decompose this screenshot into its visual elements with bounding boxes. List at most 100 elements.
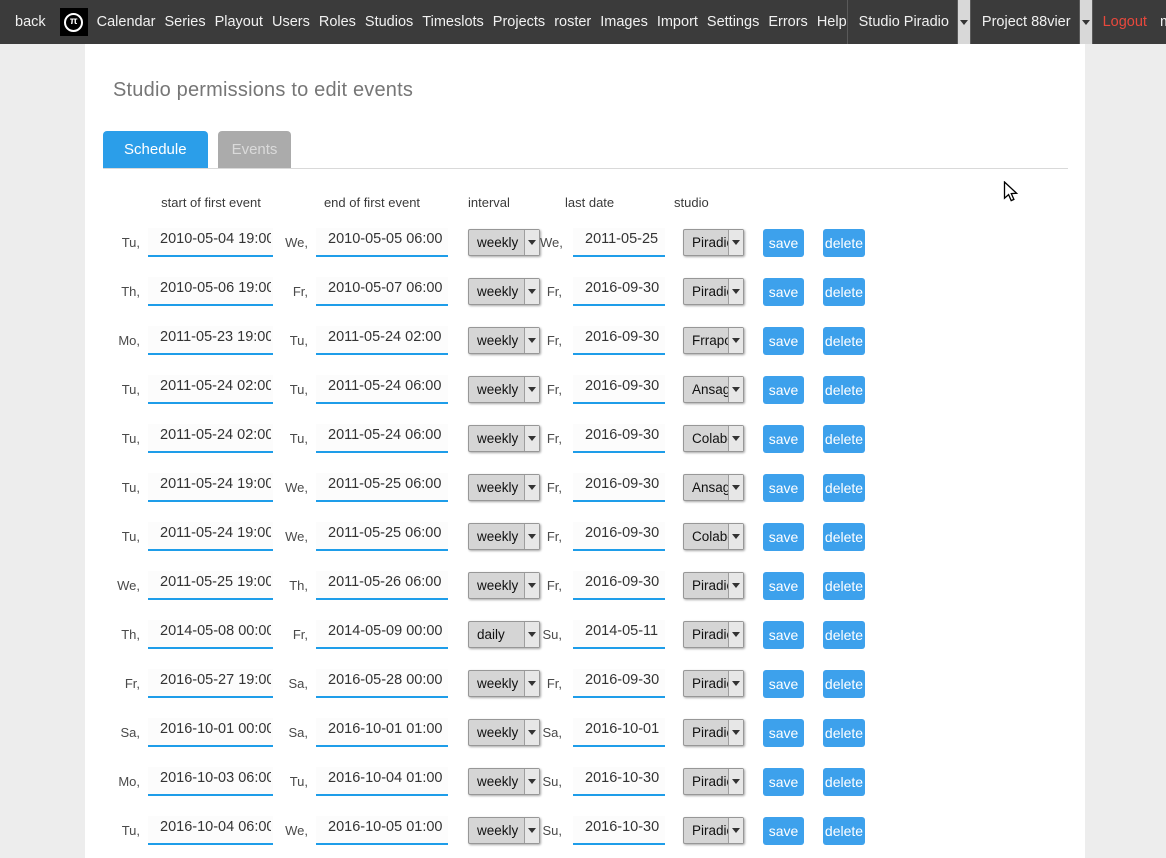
last-date-input[interactable] xyxy=(573,522,665,551)
studio-row-select[interactable]: Frrapo xyxy=(683,327,744,354)
start-input[interactable] xyxy=(148,424,273,453)
delete-button[interactable]: delete xyxy=(823,719,865,747)
end-input[interactable] xyxy=(316,718,448,747)
last-date-input[interactable] xyxy=(573,326,665,355)
last-date-input[interactable] xyxy=(573,767,665,796)
delete-button[interactable]: delete xyxy=(823,817,865,845)
interval-select[interactable]: weekly xyxy=(468,474,540,501)
save-button[interactable]: save xyxy=(763,719,804,747)
save-button[interactable]: save xyxy=(763,278,804,306)
end-input[interactable] xyxy=(316,669,448,698)
nav-item-timeslots[interactable]: Timeslots xyxy=(422,12,484,32)
end-input[interactable] xyxy=(316,767,448,796)
end-input[interactable] xyxy=(316,522,448,551)
interval-select[interactable]: weekly xyxy=(468,719,540,746)
last-date-input[interactable] xyxy=(573,473,665,502)
interval-select[interactable]: weekly xyxy=(468,376,540,403)
studio-row-select[interactable]: Piradio xyxy=(683,719,744,746)
last-date-input[interactable] xyxy=(573,620,665,649)
studio-row-select[interactable]: Piradio xyxy=(683,278,744,305)
end-input[interactable] xyxy=(316,228,448,257)
delete-button[interactable]: delete xyxy=(823,572,865,600)
pi-radio-logo[interactable]: π xyxy=(60,8,88,36)
studio-row-select[interactable]: Piradio xyxy=(683,572,744,599)
tab-schedule[interactable]: Schedule xyxy=(103,131,208,168)
delete-button[interactable]: delete xyxy=(823,278,865,306)
nav-item-images[interactable]: Images xyxy=(600,12,648,32)
delete-button[interactable]: delete xyxy=(823,425,865,453)
interval-select[interactable]: weekly xyxy=(468,425,540,452)
studio-row-select[interactable]: Piradio xyxy=(683,621,744,648)
start-input[interactable] xyxy=(148,473,273,502)
last-date-input[interactable] xyxy=(573,424,665,453)
delete-button[interactable]: delete xyxy=(823,621,865,649)
interval-select[interactable]: weekly xyxy=(468,572,540,599)
studio-row-select[interactable]: Piradio xyxy=(683,229,744,256)
interval-select[interactable]: daily xyxy=(468,621,540,648)
start-input[interactable] xyxy=(148,767,273,796)
nav-item-help[interactable]: Help xyxy=(817,12,847,32)
last-date-input[interactable] xyxy=(573,718,665,747)
start-input[interactable] xyxy=(148,326,273,355)
save-button[interactable]: save xyxy=(763,327,804,355)
interval-select[interactable]: weekly xyxy=(468,327,540,354)
end-input[interactable] xyxy=(316,277,448,306)
last-date-input[interactable] xyxy=(573,571,665,600)
logout-link[interactable]: Logout xyxy=(1103,14,1147,30)
interval-select[interactable]: weekly xyxy=(468,523,540,550)
studio-select[interactable]: Studio Piradio xyxy=(847,0,970,44)
last-date-input[interactable] xyxy=(573,816,665,845)
delete-button[interactable]: delete xyxy=(823,327,865,355)
nav-item-users[interactable]: Users xyxy=(272,12,310,32)
nav-item-roster[interactable]: roster xyxy=(554,12,591,32)
studio-row-select[interactable]: Colabo xyxy=(683,425,744,452)
interval-select[interactable]: weekly xyxy=(468,278,540,305)
save-button[interactable]: save xyxy=(763,474,804,502)
save-button[interactable]: save xyxy=(763,523,804,551)
start-input[interactable] xyxy=(148,375,273,404)
nav-item-errors[interactable]: Errors xyxy=(768,12,807,32)
nav-item-settings[interactable]: Settings xyxy=(707,12,759,32)
save-button[interactable]: save xyxy=(763,670,804,698)
end-input[interactable] xyxy=(316,816,448,845)
back-link[interactable]: back xyxy=(15,14,46,30)
start-input[interactable] xyxy=(148,228,273,257)
nav-item-series[interactable]: Series xyxy=(164,12,205,32)
nav-item-playout[interactable]: Playout xyxy=(215,12,263,32)
interval-select[interactable]: weekly xyxy=(468,768,540,795)
start-input[interactable] xyxy=(148,620,273,649)
end-input[interactable] xyxy=(316,375,448,404)
end-input[interactable] xyxy=(316,424,448,453)
interval-select[interactable]: weekly xyxy=(468,817,540,844)
nav-item-import[interactable]: Import xyxy=(657,12,698,32)
end-input[interactable] xyxy=(316,620,448,649)
delete-button[interactable]: delete xyxy=(823,670,865,698)
studio-row-select[interactable]: Piradio xyxy=(683,817,744,844)
start-input[interactable] xyxy=(148,277,273,306)
nav-item-calendar[interactable]: Calendar xyxy=(97,12,156,32)
studio-row-select[interactable]: Ansage xyxy=(683,376,744,403)
delete-button[interactable]: delete xyxy=(823,768,865,796)
last-date-input[interactable] xyxy=(573,375,665,404)
save-button[interactable]: save xyxy=(763,572,804,600)
last-date-input[interactable] xyxy=(573,277,665,306)
start-input[interactable] xyxy=(148,718,273,747)
delete-button[interactable]: delete xyxy=(823,474,865,502)
delete-button[interactable]: delete xyxy=(823,376,865,404)
start-input[interactable] xyxy=(148,816,273,845)
studio-row-select[interactable]: Piradio xyxy=(683,768,744,795)
save-button[interactable]: save xyxy=(763,376,804,404)
project-select[interactable]: Project 88vier xyxy=(970,0,1093,44)
tab-events[interactable]: Events xyxy=(218,131,292,168)
last-date-input[interactable] xyxy=(573,228,665,257)
studio-row-select[interactable]: Piradio xyxy=(683,670,744,697)
end-input[interactable] xyxy=(316,571,448,600)
start-input[interactable] xyxy=(148,669,273,698)
studio-row-select[interactable]: Colabo xyxy=(683,523,744,550)
nav-item-studios[interactable]: Studios xyxy=(365,12,413,32)
nav-item-roles[interactable]: Roles xyxy=(319,12,356,32)
delete-button[interactable]: delete xyxy=(823,523,865,551)
nav-item-projects[interactable]: Projects xyxy=(493,12,545,32)
end-input[interactable] xyxy=(316,473,448,502)
end-input[interactable] xyxy=(316,326,448,355)
